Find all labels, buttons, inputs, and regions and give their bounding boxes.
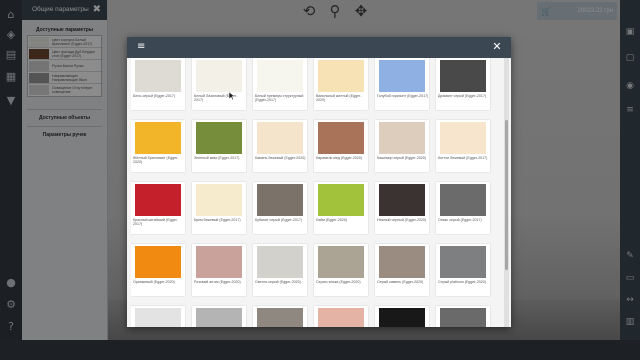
swatch-label: Лайм (Egger-2020) [316,218,348,222]
swatch-label: Оранжевый (Egger-2020) [133,280,175,284]
color-swatch [257,60,303,92]
color-swatch [257,246,303,278]
color-swatch-card[interactable]: Зеленый киви (Egger-2017) [192,120,246,172]
color-swatch-card[interactable] [436,306,490,327]
color-swatch-card[interactable]: Камень бежевый (Egger-2020) [253,120,307,172]
swatch-label: Бело-серый (Egger-2017) [133,94,176,98]
color-swatch-card[interactable]: Жёлтый бриллиант (Egger-2020) [131,120,185,172]
color-swatch-card[interactable]: Нежный черный (Egger-2020) [375,182,429,234]
color-swatch-card[interactable]: Кашемир серый (Egger-2020) [375,120,429,172]
color-swatch-card[interactable] [192,306,246,327]
swatch-label: Жёлтый бриллиант (Egger-2020) [133,156,179,165]
color-swatch [196,184,242,216]
color-swatch [440,246,486,278]
color-swatch [318,184,364,216]
color-swatch [257,122,303,154]
color-swatch [257,184,303,216]
color-swatch [379,184,425,216]
color-swatch-card[interactable] [375,306,429,327]
scrollbar-thumb[interactable] [505,120,508,270]
color-swatch [196,122,242,154]
swatch-label: Оникс серый (Egger-2017) [438,218,482,222]
color-swatch-card[interactable]: Ванильный желтый (Egger-2020) [314,58,368,110]
color-swatch-card[interactable]: Оранжевый (Egger-2020) [131,244,185,296]
color-swatch-card[interactable]: Серый камень (Egger-2020) [375,244,429,296]
color-swatch [440,60,486,92]
swatch-label: Коттон бежевый (Egger-2017) [438,156,488,160]
color-swatch-card[interactable]: Диамант серый (Egger-2017) [436,58,490,110]
color-swatch-card[interactable]: Светло-серый (Egger-2020) [253,244,307,296]
color-swatch [318,122,364,154]
color-swatch [135,246,181,278]
swatch-label: Белый Лазиловый (Egger-2017) [194,94,238,103]
color-swatch [379,60,425,92]
color-swatch-card[interactable]: Карамель мед (Egger-2020) [314,120,368,172]
swatch-label: Серая галька (Egger-2020) [316,280,361,284]
swatch-label: Крем бежевый (Egger-2017) [194,218,241,222]
mouse-cursor-icon [229,92,235,100]
color-swatch-card[interactable]: Бело-серый (Egger-2017) [131,58,185,110]
swatch-label: Белый премиум структурный (Egger-2017) [255,94,304,103]
color-picker-modal: ≡ ✕ Бело-серый (Egger-2017) Белый Лазилов… [127,37,511,327]
close-icon[interactable]: ✕ [491,41,503,53]
modal-scrollbar[interactable] [504,58,509,327]
color-swatch-card[interactable]: Голубой горизонт (Egger-2017) [375,58,429,110]
swatch-label: Ванильный желтый (Egger-2020) [316,94,362,103]
swatch-label: Кашемир серый (Egger-2020) [377,156,427,160]
modal-header: ≡ ✕ [127,37,511,58]
color-swatch [135,60,181,92]
color-swatch [440,122,486,154]
bottom-bar [0,340,640,360]
color-swatch [318,308,364,327]
color-swatch [379,122,425,154]
swatch-label: Нежный черный (Egger-2020) [377,218,427,222]
color-swatch-card[interactable]: Красный китайский (Egger-2017) [131,182,185,234]
color-swatch-card[interactable]: Крем бежевый (Egger-2017) [192,182,246,234]
color-swatch [135,308,181,327]
swatch-label: Зеленый киви (Egger-2017) [194,156,240,160]
color-swatch [135,122,181,154]
color-swatch [196,308,242,327]
color-swatch [135,184,181,216]
color-swatch [318,246,364,278]
color-swatch-card[interactable] [253,306,307,327]
color-swatch-card[interactable]: Серая галька (Egger-2020) [314,244,368,296]
color-swatch-card[interactable] [131,306,185,327]
color-swatch-card[interactable]: Белый Лазиловый (Egger-2017) [192,58,246,110]
color-swatch-card[interactable]: Оникс серый (Egger-2017) [436,182,490,234]
color-swatch [318,60,364,92]
color-swatch-card[interactable] [314,306,368,327]
color-swatch-card[interactable]: Кубанит серый (Egger-2017) [253,182,307,234]
color-swatch-card[interactable]: Коттон бежевый (Egger-2017) [436,120,490,172]
color-swatch [196,60,242,92]
swatch-label: Розовый антик (Egger-2020) [194,280,241,284]
color-swatch-card[interactable]: Розовый антик (Egger-2020) [192,244,246,296]
swatch-label: Красный китайский (Egger-2017) [133,218,179,227]
swatch-label: Голубой горизонт (Egger-2017) [377,94,429,98]
color-swatch [379,246,425,278]
swatch-label: Карамель мед (Egger-2020) [316,156,363,160]
color-swatch-card[interactable]: Серый platinum (Egger-2020) [436,244,490,296]
color-swatch [257,308,303,327]
swatch-label: Светло-серый (Egger-2020) [255,280,301,284]
swatch-label: Серый камень (Egger-2020) [377,280,424,284]
swatch-label: Диамант серый (Egger-2017) [438,94,487,98]
color-swatch [196,246,242,278]
hamburger-menu-icon[interactable]: ≡ [137,42,147,52]
color-swatch [440,308,486,327]
color-swatch [440,184,486,216]
swatch-grid: Бело-серый (Egger-2017) Белый Лазиловый (… [131,58,501,327]
color-swatch-card[interactable]: Лайм (Egger-2020) [314,182,368,234]
swatch-label: Камень бежевый (Egger-2020) [255,156,306,160]
swatch-label: Кубанит серый (Egger-2017) [255,218,303,222]
color-swatch-card[interactable]: Белый премиум структурный (Egger-2017) [253,58,307,110]
color-swatch [379,308,425,327]
swatch-label: Серый platinum (Egger-2020) [438,280,486,284]
